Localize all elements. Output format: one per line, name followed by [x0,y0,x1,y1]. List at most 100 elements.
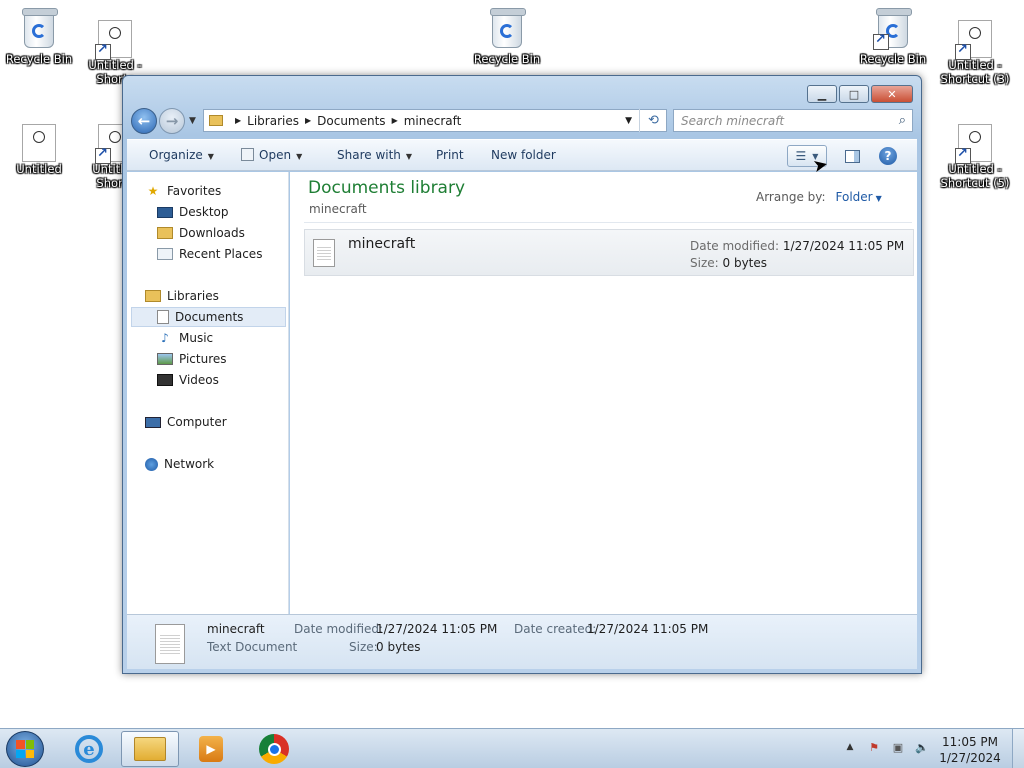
open-button[interactable]: Open ▼ [241,148,302,162]
nav-label: Network [164,457,215,471]
nav-libraries[interactable]: Libraries [145,286,219,306]
desktop-icon-label: Recycle Bin [5,52,73,66]
taskbar-chrome[interactable] [245,731,303,767]
star-icon: ★ [147,184,159,198]
breadcrumb-libraries[interactable]: Libraries [247,114,299,128]
breadcrumb-minecraft[interactable]: minecraft [404,114,462,128]
print-button[interactable]: Print [436,148,464,162]
address-history-dropdown[interactable]: ▼ [625,116,632,126]
desktop-icon-untitled[interactable]: Untitled [3,122,75,176]
details-date-created-label: Date created: [514,622,597,636]
library-subtitle: minecraft [309,202,367,216]
back-button[interactable]: ← [131,108,157,134]
recent-places-icon [157,248,173,260]
desktop-icon-label: Recycle Bin [473,52,541,66]
file-list-pane: Documents library minecraft Arrange by: F… [290,172,917,614]
breadcrumb-separator[interactable]: ▶ [235,116,241,125]
breadcrumb-separator[interactable]: ▶ [392,116,398,125]
details-size-value: 0 bytes [376,640,421,654]
date-modified-value: 1/27/2024 11:05 PM [782,239,905,253]
taskbar: e ▶ ▲ ⚑ ▣ 🔈 11:05 PM 1/27/2024 [0,728,1024,768]
nav-network[interactable]: Network [145,454,214,474]
explorer-window[interactable]: ▁ □ ✕ ← → ▼ ▶ Libraries ▶ Documents ▶ mi… [122,75,922,674]
arrange-by-label: Arrange by: [756,190,826,204]
breadcrumb-separator[interactable]: ▶ [305,116,311,125]
breadcrumb-documents[interactable]: Documents [317,114,385,128]
taskbar-internet-explorer[interactable]: e [60,731,118,767]
preview-pane-button[interactable] [839,145,865,167]
shortcut-document-icon [955,124,995,166]
nav-desktop[interactable]: Desktop [157,202,229,222]
windows-explorer-icon [134,737,166,761]
desktop-icon-untitled-shortcut-5[interactable]: Untitled - Shortcut (5) [939,122,1011,190]
downloads-folder-icon [157,227,173,239]
taskbar-windows-explorer[interactable] [121,731,179,767]
details-date-modified-label: Date modified: [294,622,384,636]
refresh-button[interactable]: ⟲ [639,109,667,132]
organize-button[interactable]: Organize ▼ [149,148,214,162]
desktop-icon-recycle-bin-3[interactable]: Recycle Bin [857,8,929,66]
nav-documents[interactable]: Documents [131,307,286,327]
nav-videos[interactable]: Videos [157,370,219,390]
search-placeholder: Search minecraft [681,113,785,128]
action-center-icon[interactable]: ⚑ [866,739,882,755]
start-button[interactable] [6,731,44,767]
nav-label: Downloads [179,226,245,240]
file-item[interactable]: minecraft Date modified: 1/27/2024 11:05… [304,229,914,276]
nav-computer[interactable]: Computer [145,412,227,432]
chevron-down-icon: ▼ [296,152,303,161]
internet-explorer-icon: e [75,735,103,763]
new-folder-button[interactable]: New folder [491,148,556,162]
desktop-icon-recycle-bin[interactable]: Recycle Bin [3,8,75,66]
shortcut-document-icon [955,20,995,62]
videos-icon [157,374,173,386]
notepad-icon [241,148,254,161]
clock[interactable]: 11:05 PM 1/27/2024 [930,734,1010,766]
desktop-icon-untitled-shortcut-3[interactable]: Untitled - Shortcut (3) [939,18,1011,86]
taskbar-media-player[interactable]: ▶ [182,731,240,767]
refresh-icon: ⟲ [648,113,659,128]
desktop-icon-label-line2: Shortcut (3) [940,72,1010,86]
recycle-bin-icon [873,8,913,52]
arrange-by: Arrange by: Folder ▼ [756,190,882,204]
folder-icon [209,115,223,126]
nav-pictures[interactable]: Pictures [157,349,227,369]
search-icon: ⌕ [898,113,906,128]
navigation-pane: ★ Favorites Desktop Downloads Recent Plac… [127,172,289,614]
maximize-button[interactable]: □ [839,85,869,103]
media-player-icon: ▶ [199,736,223,762]
library-title: Documents library [308,178,466,198]
documents-icon [157,310,169,324]
share-with-button[interactable]: Share with ▼ [337,148,412,162]
organize-label: Organize [149,148,203,162]
show-desktop-button[interactable] [1012,729,1024,768]
nav-recent-places[interactable]: Recent Places [157,244,262,264]
nav-favorites[interactable]: ★ Favorites [145,181,222,201]
close-button[interactable]: ✕ [871,85,913,103]
recent-pages-dropdown[interactable]: ▼ [189,116,196,126]
search-input[interactable]: Search minecraft ⌕ [673,109,913,132]
size-value: 0 bytes [722,256,768,270]
nav-label: Videos [179,373,219,387]
nav-downloads[interactable]: Downloads [157,223,245,243]
desktop-icon-recycle-bin-2[interactable]: Recycle Bin [471,8,543,66]
volume-muted-icon[interactable]: 🔈 [914,739,930,755]
nav-label: Pictures [179,352,227,366]
nav-music[interactable]: ♪ Music [157,328,213,348]
arrange-by-dropdown[interactable]: Folder [836,190,873,204]
help-button[interactable]: ? [877,145,899,167]
minimize-button[interactable]: ▁ [807,85,837,103]
computer-icon [145,416,161,428]
open-label: Open [259,148,292,162]
forward-button[interactable]: → [159,108,185,134]
navigation-bar: ← → ▼ ▶ Libraries ▶ Documents ▶ minecraf… [131,108,915,134]
show-hidden-icons-button[interactable]: ▲ [842,739,858,755]
network-status-icon[interactable]: ▣ [890,739,906,755]
details-file-type: Text Document [207,640,298,654]
file-size: Size: 0 bytes [690,256,767,270]
libraries-icon [145,290,161,302]
shortcut-document-icon [95,20,135,62]
desktop-icon-label: Recycle Bin [859,52,927,66]
windows-logo-icon [16,740,34,758]
address-bar[interactable]: ▶ Libraries ▶ Documents ▶ minecraft ▼ [203,109,667,132]
